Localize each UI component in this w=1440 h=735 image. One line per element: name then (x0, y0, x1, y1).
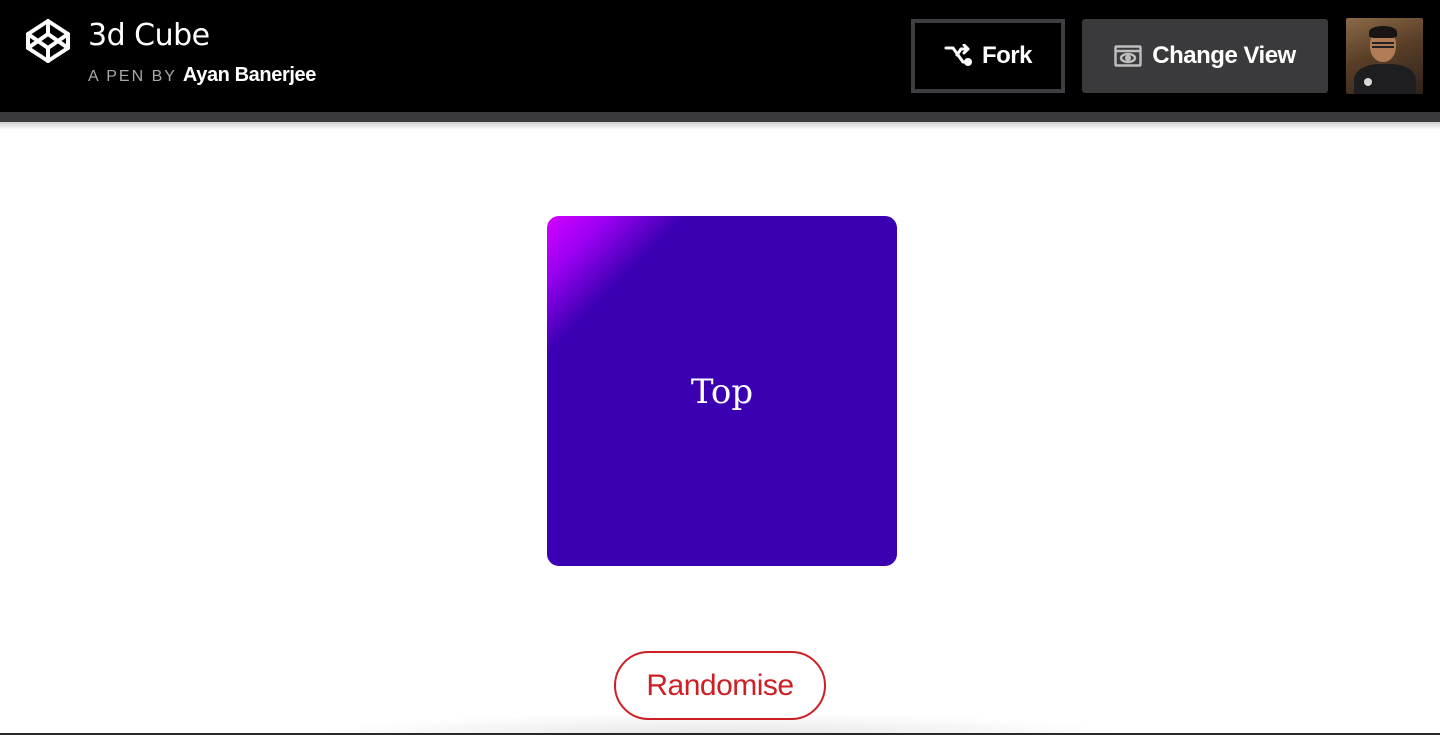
author-link[interactable]: Ayan Banerjee (183, 64, 316, 87)
randomise-button[interactable]: Randomise (614, 651, 826, 720)
change-view-button[interactable]: Change View (1082, 19, 1328, 93)
pen-title: 3d Cube (88, 18, 210, 53)
change-view-label: Change View (1152, 42, 1296, 69)
cube-face-label: Top (690, 372, 754, 412)
header-shadow (0, 122, 1440, 130)
byline-prefix: A PEN BY (88, 68, 177, 85)
fork-icon (944, 44, 972, 68)
pen-header: 3d Cube A PEN BY Ayan Banerjee Fork Chan… (0, 0, 1440, 112)
fork-button[interactable]: Fork (911, 19, 1065, 93)
byline: A PEN BY Ayan Banerjee (88, 64, 316, 92)
cube-top-face: Top (547, 216, 897, 566)
eye-icon (1114, 45, 1143, 67)
codepen-logo-icon[interactable] (24, 17, 72, 65)
header-divider (0, 112, 1440, 122)
user-avatar[interactable] (1346, 18, 1423, 94)
fork-label: Fork (981, 42, 1033, 69)
